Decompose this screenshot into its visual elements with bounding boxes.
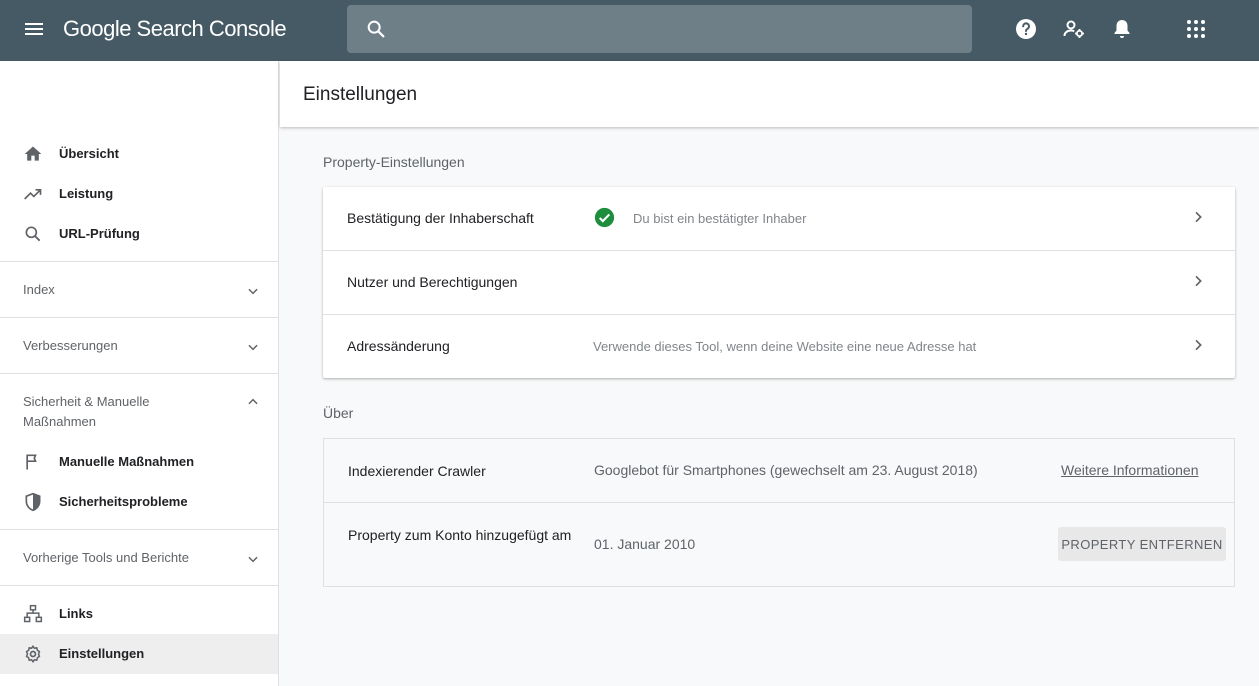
property-added-title: Property zum Konto hinzugefügt am	[348, 527, 572, 543]
chevron-right-icon	[1195, 275, 1202, 287]
ownership-verification-row[interactable]: Bestätigung der Inhaberschaft Du bist ei…	[323, 187, 1235, 251]
crawler-title: Indexierender Crawler	[348, 463, 486, 479]
section-label: Verbesserungen	[23, 338, 118, 353]
menu-icon[interactable]	[22, 18, 48, 42]
change-of-address-row[interactable]: Adressänderung Verwende dieses Tool, wen…	[323, 314, 1235, 378]
section-label: Vorherige Tools und Berichte	[23, 550, 189, 565]
row-title: Adressänderung	[347, 338, 450, 354]
search-icon	[25, 226, 41, 242]
sidebar: Übersicht Leistung URL-Prüfung Index Ver…	[0, 61, 279, 686]
ownership-status: Du bist ein bestätigter Inhaber	[633, 211, 807, 226]
sitemap-icon	[23, 604, 43, 623]
section-label: Index	[23, 282, 55, 297]
search-icon	[367, 20, 385, 38]
section-improvements[interactable]: Verbesserungen	[0, 318, 278, 373]
about-heading: Über	[323, 405, 354, 421]
users-permissions-row[interactable]: Nutzer und Berechtigungen	[323, 250, 1235, 314]
chevron-down-icon	[248, 556, 258, 563]
sidebar-item-performance[interactable]: Leistung	[0, 174, 278, 214]
sidebar-item-label: URL-Prüfung	[59, 226, 140, 241]
gear-icon	[25, 645, 41, 663]
sidebar-item-label: Sicherheitsprobleme	[59, 494, 188, 509]
bell-icon[interactable]	[1110, 17, 1134, 41]
chevron-right-icon	[1195, 211, 1202, 223]
property-added-date: 01. Januar 2010	[594, 536, 696, 552]
sidebar-item-url-inspection[interactable]: URL-Prüfung	[0, 214, 278, 254]
sidebar-item-label: Einstellungen	[59, 646, 145, 661]
sidebar-item-manual-actions[interactable]: Manuelle Maßnahmen	[0, 442, 278, 482]
chevron-down-icon	[248, 344, 258, 351]
section-legacy-tools[interactable]: Vorherige Tools und Berichte	[0, 530, 278, 585]
chevron-right-icon	[1195, 339, 1202, 351]
row-title: Bestätigung der Inhaberschaft	[347, 210, 534, 226]
home-icon	[24, 146, 42, 161]
sidebar-item-label: Übersicht	[59, 146, 119, 161]
page-title: Einstellungen	[303, 84, 418, 105]
check-circle-icon	[594, 207, 615, 228]
sidebar-item-label: Leistung	[59, 186, 114, 201]
chevron-up-icon	[248, 398, 258, 405]
shield-icon	[25, 492, 41, 512]
help-icon[interactable]	[1014, 17, 1038, 41]
page-header: Einstellungen	[280, 61, 1259, 127]
search-bar[interactable]	[347, 5, 972, 53]
chevron-down-icon	[248, 288, 258, 295]
property-added-row: Property zum Konto hinzugefügt am 01. Ja…	[324, 503, 1234, 586]
sidebar-item-security-issues[interactable]: Sicherheitsprobleme	[0, 482, 278, 522]
property-settings-heading: Property-Einstellungen	[323, 154, 465, 170]
property-settings-card: Bestätigung der Inhaberschaft Du bist ei…	[323, 187, 1235, 378]
sidebar-item-links[interactable]: Links	[0, 594, 278, 634]
user-settings-icon[interactable]	[1062, 17, 1086, 41]
remove-property-button[interactable]: PROPERTY ENTFERNEN	[1058, 527, 1226, 561]
crawler-row: Indexierender Crawler Googlebot für Smar…	[324, 439, 1234, 503]
product-logo[interactable]: Google Search Console	[63, 16, 287, 42]
sidebar-item-label: Manuelle Maßnahmen	[59, 454, 195, 469]
section-index[interactable]: Index	[0, 262, 278, 317]
section-security[interactable]: Sicherheit & Manuelle Maßnahmen	[0, 374, 278, 432]
search-input[interactable]	[403, 5, 963, 53]
top-app-bar: Google Search Console	[0, 0, 1259, 61]
crawler-value: Googlebot für Smartphones (gewechselt am…	[594, 462, 978, 478]
sidebar-item-settings[interactable]: Einstellungen	[0, 634, 278, 674]
flag-icon	[26, 454, 37, 470]
trending-up-icon	[24, 189, 42, 200]
row-title: Nutzer und Berechtigungen	[347, 274, 518, 290]
apps-grid-icon[interactable]	[1184, 17, 1208, 41]
change-of-address-description: Verwende dieses Tool, wenn deine Website…	[593, 339, 977, 354]
sidebar-item-overview[interactable]: Übersicht	[0, 134, 278, 174]
section-label: Sicherheit & Manuelle Maßnahmen	[23, 394, 150, 429]
about-section: Indexierender Crawler Googlebot für Smar…	[323, 438, 1235, 587]
divider	[0, 585, 278, 586]
sidebar-item-label: Links	[59, 606, 93, 621]
more-info-link[interactable]: Weitere Informationen	[1061, 462, 1198, 478]
